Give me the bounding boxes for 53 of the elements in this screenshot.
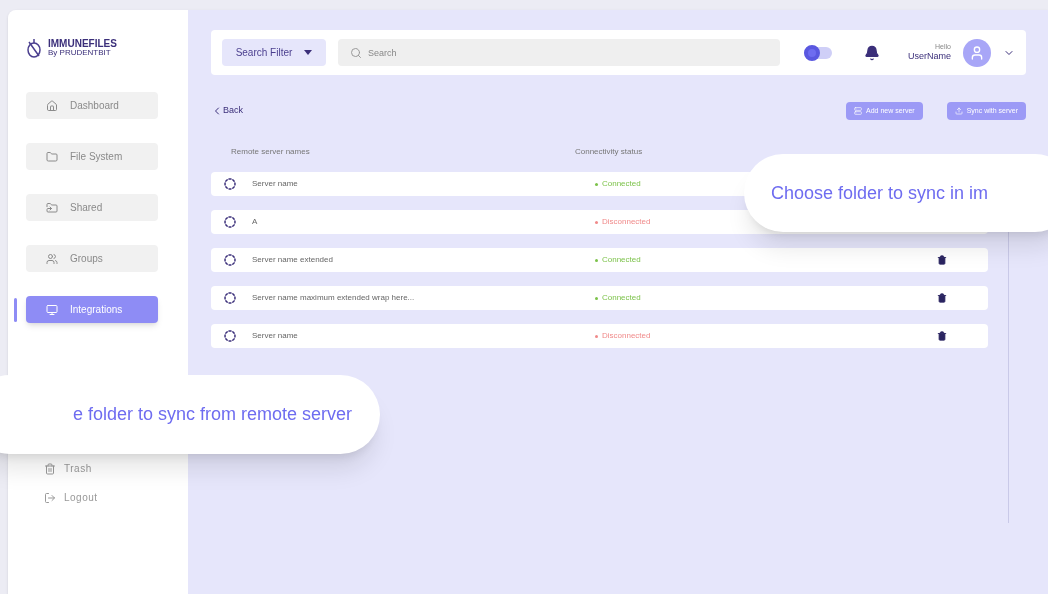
search-filter-dropdown[interactable]: Search Filter (222, 39, 326, 66)
notification-bell-icon[interactable] (864, 44, 880, 61)
search-field[interactable]: Search (338, 39, 780, 67)
sidebar-item[interactable]: Integrations (26, 296, 158, 323)
column-header: Remote server names (231, 146, 311, 158)
server-row[interactable]: Server name maximum extended wrap here... Connected (211, 286, 988, 310)
toggle-switch[interactable] (804, 46, 832, 59)
sidebar-link[interactable]: Trash (44, 461, 188, 476)
server-name: Server name maximum extended wrap here... (252, 292, 416, 304)
search-icon (350, 46, 362, 59)
upload-icon (954, 107, 963, 115)
delete-icon[interactable] (937, 331, 947, 341)
sidebar-link[interactable]: Logout (44, 490, 188, 505)
status-label: Connected (595, 254, 641, 266)
server-row[interactable]: Server name extended Connected (211, 248, 988, 272)
status-label: Disconnected (595, 216, 651, 228)
loading-ring-icon (224, 330, 236, 342)
monitor-icon (46, 303, 58, 316)
people-icon (46, 252, 58, 265)
trash-icon (44, 462, 56, 475)
server-name: Server name extended (252, 254, 334, 266)
loading-ring-icon (224, 292, 236, 304)
callout-tooltip: Choose folder to sync in im (744, 154, 1048, 232)
delete-icon[interactable] (937, 293, 947, 303)
active-indicator (14, 297, 17, 322)
caret-icon (304, 50, 313, 55)
server-name: Server name (252, 178, 299, 190)
brand-tagline: By PRUDENTBIT (48, 49, 112, 57)
home-icon (46, 99, 58, 112)
server-row[interactable]: Server name Disconnected (211, 324, 988, 348)
server-name: Server name (252, 330, 299, 342)
loading-ring-icon (224, 254, 236, 266)
sidebar-item[interactable]: File System (26, 143, 158, 170)
status-label: Connected (595, 292, 641, 304)
callout-tooltip: e folder to sync from remote server (0, 375, 380, 454)
logout-icon (44, 491, 56, 504)
logo-icon (26, 38, 42, 58)
column-header: Connectivity status (575, 146, 643, 158)
username: UserName (908, 51, 951, 63)
sidebar-item[interactable]: Groups (26, 245, 158, 272)
server-name: A (252, 216, 259, 228)
loading-ring-icon (224, 216, 236, 228)
brand-name: IMMUNEFILES (48, 39, 117, 49)
status-label: Disconnected (595, 330, 651, 342)
folder-icon (46, 150, 58, 163)
loading-ring-icon (224, 178, 236, 190)
sidebar-item[interactable]: Shared (26, 194, 158, 221)
status-label: Connected (595, 178, 641, 190)
delete-icon[interactable] (937, 255, 947, 265)
sidebar-item[interactable]: Dashboard (26, 92, 158, 119)
server-icon (854, 107, 862, 115)
back-link[interactable]: Back (211, 104, 243, 118)
shared-folder-icon (46, 201, 58, 214)
